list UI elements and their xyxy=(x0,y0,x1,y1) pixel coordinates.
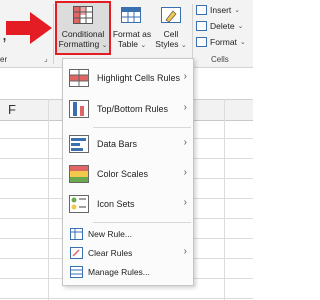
dialog-launcher-icon[interactable]: ⌟ xyxy=(44,54,48,63)
column-header-f[interactable]: F xyxy=(8,102,16,117)
menu-item-label: Clear Rules xyxy=(88,248,133,258)
chevron-down-icon: ⌄ xyxy=(239,39,246,46)
format-button[interactable]: Format ⌄ xyxy=(196,37,246,47)
menu-item-highlight-cells-rules[interactable]: Highlight Cells Rules › xyxy=(63,63,193,93)
chevron-down-icon: ⌄ xyxy=(101,42,108,49)
submenu-arrow-icon: › xyxy=(183,71,187,82)
manage-rules-icon xyxy=(70,266,83,278)
delete-button[interactable]: Delete ⌄ xyxy=(196,21,243,31)
fat-line2: Table xyxy=(117,39,139,49)
gridline xyxy=(0,298,253,299)
menu-item-label: Highlight Cells Rules xyxy=(97,73,181,83)
new-rule-icon xyxy=(70,228,83,240)
delete-cells-icon xyxy=(196,21,207,31)
menu-item-label: Manage Rules... xyxy=(88,267,150,277)
cs-line1: Cell xyxy=(163,29,179,39)
conditional-formatting-icon xyxy=(73,6,93,24)
chevron-down-icon: ⌄ xyxy=(140,42,147,49)
insert-label: Insert xyxy=(210,5,232,15)
menu-item-color-scales[interactable]: Color Scales › xyxy=(63,159,193,189)
gridline xyxy=(224,99,225,300)
menu-item-label: Data Bars xyxy=(97,139,138,149)
gridline xyxy=(48,99,49,300)
menu-item-label: Color Scales xyxy=(97,169,149,179)
cs-line2: Styles xyxy=(155,39,179,49)
cf-line1: Conditional xyxy=(61,29,105,39)
format-as-table-button[interactable]: Format as Table ⌄ xyxy=(112,29,152,51)
format-as-table-icon xyxy=(121,7,141,23)
cell-styles-icon xyxy=(161,7,181,23)
menu-item-label: Icon Sets xyxy=(97,199,135,209)
submenu-arrow-icon: › xyxy=(183,102,187,113)
chevron-down-icon: ⌄ xyxy=(180,42,187,49)
submenu-arrow-icon: › xyxy=(183,137,187,148)
menu-separator xyxy=(93,222,191,223)
data-bars-icon xyxy=(69,135,89,153)
format-cells-icon xyxy=(196,37,207,47)
cell-styles-button[interactable]: Cell Styles ⌄ xyxy=(154,29,188,51)
conditional-formatting-label: Conditional Formatting ⌄ xyxy=(57,29,109,51)
top-bottom-rules-icon xyxy=(69,100,89,118)
submenu-arrow-icon: › xyxy=(183,197,187,208)
clear-rules-icon xyxy=(70,247,83,259)
chevron-down-icon: ⌄ xyxy=(234,7,241,14)
conditional-formatting-menu: Highlight Cells Rules › Top/Bottom Rules… xyxy=(62,58,194,286)
icon-sets-icon xyxy=(69,195,89,213)
group-divider xyxy=(192,4,193,64)
insert-button[interactable]: Insert ⌄ xyxy=(196,5,240,15)
red-arrow-annotation xyxy=(6,12,52,44)
format-label: Format xyxy=(210,37,237,47)
menu-item-data-bars[interactable]: Data Bars › xyxy=(63,129,193,159)
fat-line1: Format as xyxy=(112,29,152,39)
menu-item-label: New Rule... xyxy=(88,229,132,239)
submenu-arrow-icon: › xyxy=(183,246,187,257)
menu-item-clear-rules[interactable]: Clear Rules › xyxy=(63,244,193,263)
delete-label: Delete xyxy=(210,21,235,31)
chevron-down-icon: ⌄ xyxy=(237,23,244,30)
highlight-cells-icon xyxy=(69,69,89,87)
group-label-cells: Cells xyxy=(211,55,229,64)
cf-line2: Formatting xyxy=(58,39,100,49)
menu-item-new-rule[interactable]: New Rule... xyxy=(63,225,193,244)
group-label-number: er xyxy=(0,55,8,64)
menu-item-icon-sets[interactable]: Icon Sets › xyxy=(63,189,193,219)
menu-item-top-bottom-rules[interactable]: Top/Bottom Rules › xyxy=(63,93,193,125)
menu-item-manage-rules[interactable]: Manage Rules... xyxy=(63,263,193,282)
menu-separator xyxy=(93,127,191,128)
insert-cells-icon xyxy=(196,5,207,15)
menu-item-label: Top/Bottom Rules xyxy=(97,104,169,114)
submenu-arrow-icon: › xyxy=(183,167,187,178)
color-scales-icon xyxy=(69,165,89,183)
